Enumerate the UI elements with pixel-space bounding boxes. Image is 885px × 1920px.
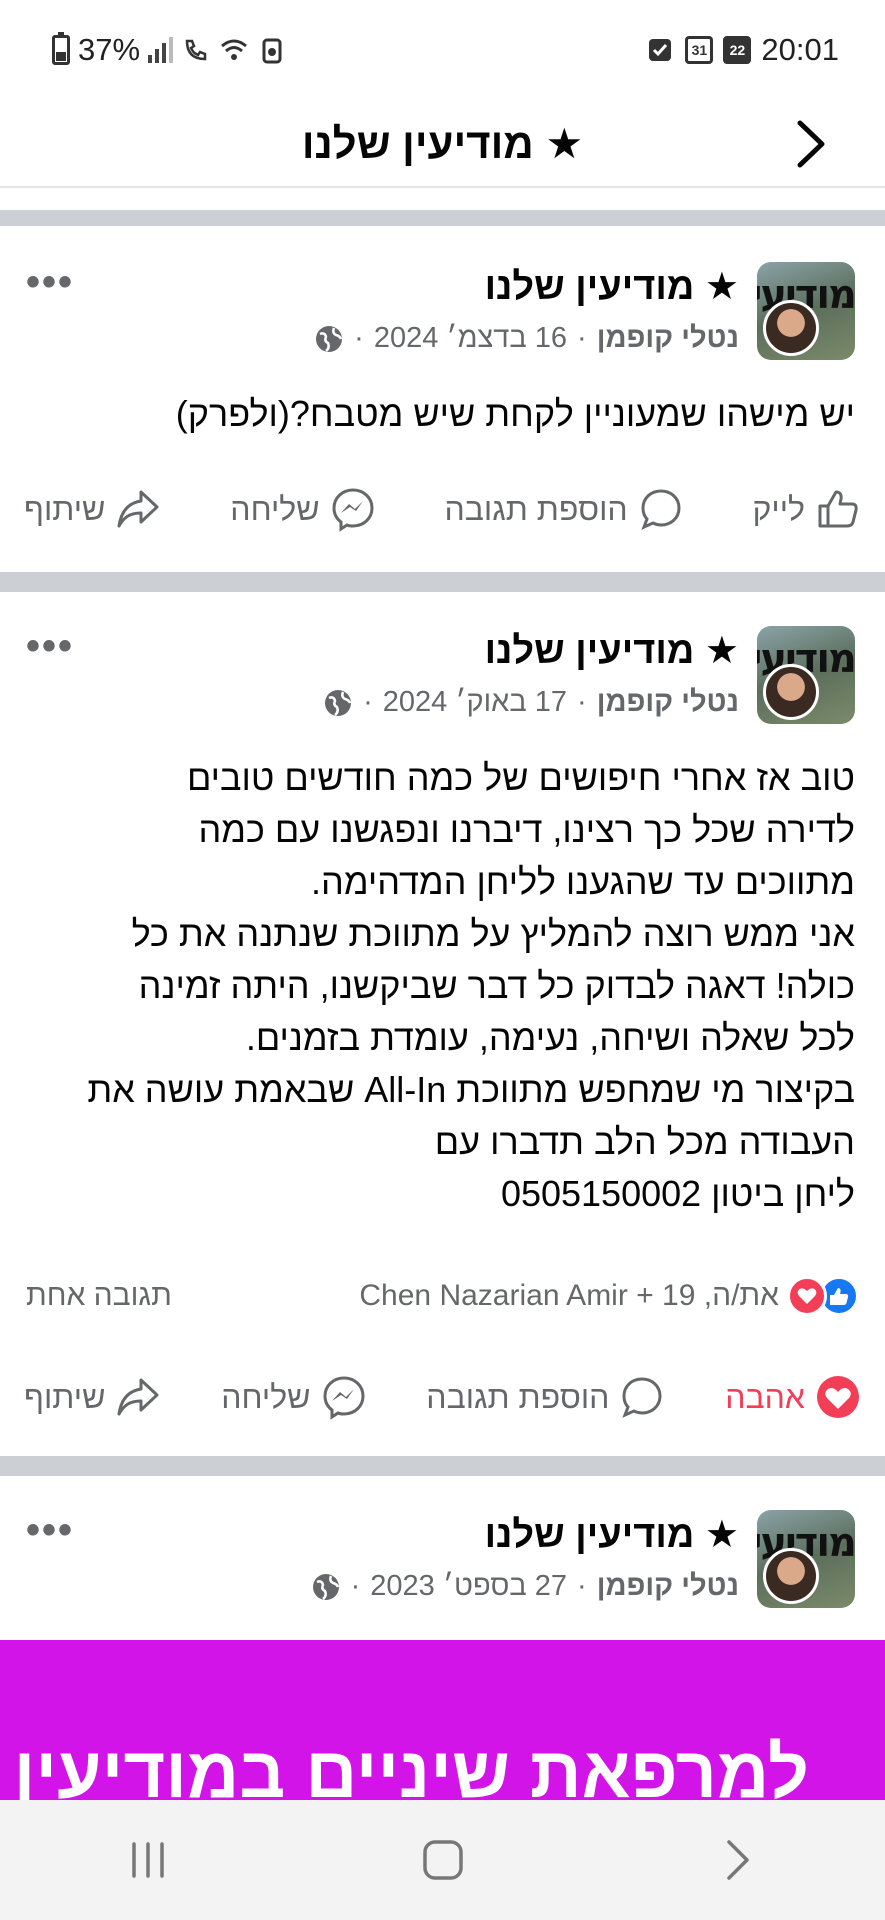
battery-percent: 37% <box>78 32 141 67</box>
feed-divider <box>0 210 885 226</box>
messenger-icon <box>323 1376 365 1420</box>
author-name[interactable]: נטלי קופמן <box>597 686 739 719</box>
clock: 20:01 <box>761 32 839 67</box>
meta-separator: · <box>577 1570 587 1602</box>
post-card: מודיעין ★ מודיעין שלנו נטלי קופמן · 16 ב… <box>0 226 885 572</box>
love-filled-icon <box>817 1376 859 1418</box>
send-label: שליחה <box>230 490 320 527</box>
author-name[interactable]: נטלי קופמן <box>597 1570 739 1603</box>
post-meta: נטלי קופמן · 17 באוק׳ 2024 · <box>323 686 739 719</box>
post-actions: אהבה הוספת תגובה שליחה שיתוף <box>24 1374 861 1420</box>
love-label: אהבה <box>725 1378 805 1415</box>
share-button[interactable]: שיתוף <box>24 486 161 532</box>
page-title: ★ מודיעין שלנו <box>301 120 584 167</box>
meta-separator: · <box>363 686 373 718</box>
more-options-icon[interactable]: ••• <box>26 626 74 666</box>
reaction-icons: את/ה, Chen Nazarian Amir + 19 <box>359 1276 859 1316</box>
author-avatar <box>763 1548 819 1604</box>
messenger-icon <box>332 488 374 532</box>
send-label: שליחה <box>221 1378 311 1415</box>
chevron-right-icon <box>797 120 825 168</box>
love-reaction-icon <box>787 1276 827 1316</box>
post-card: מודיעין ★ מודיעין שלנו נטלי קופמן · 17 ב… <box>0 592 885 1456</box>
post-image[interactable]: למרפאת שיניים במודיעין <box>0 1640 885 1800</box>
back-nav-button[interactable] <box>678 1820 798 1900</box>
post-date[interactable]: 17 באוק׳ 2024 <box>383 686 567 719</box>
comment-icon <box>640 489 681 530</box>
system-nav-bar <box>0 1800 885 1920</box>
home-icon <box>422 1840 463 1880</box>
meta-separator: · <box>354 322 364 354</box>
love-button[interactable]: אהבה <box>725 1374 861 1420</box>
comment-label: הוספת תגובה <box>444 490 628 527</box>
like-label: לייק <box>752 490 805 527</box>
top-bar: ★ מודיעין שלנו <box>0 100 885 188</box>
comments-count[interactable]: תגובה אחת <box>26 1279 172 1313</box>
status-left: 37% <box>52 30 287 70</box>
thumbs-up-icon <box>818 490 858 528</box>
post-meta: נטלי קופמן · 16 בדצמ׳ 2024 · <box>314 322 739 355</box>
post-text: יש מישהו שמעוניין לקחת שיש מטבח?(ולפרק) <box>175 393 855 434</box>
send-button[interactable]: שליחה <box>221 1374 366 1420</box>
group-avatar[interactable]: מודיעין <box>757 1510 855 1608</box>
globe-icon <box>325 689 352 716</box>
send-button[interactable]: שליחה <box>230 486 375 532</box>
post-text: טוב אז אחרי חיפושים של כמה חודשים טובים … <box>87 757 855 1214</box>
author-name[interactable]: נטלי קופמן <box>597 322 739 355</box>
data-saver-icon <box>262 38 282 64</box>
reactions-summary[interactable]: את/ה, Chen Nazarian Amir + 19 תגובה אחת <box>26 1276 859 1316</box>
globe-icon <box>316 325 343 352</box>
comment-button[interactable]: הוספת תגובה <box>426 1374 665 1420</box>
chevron-right-icon <box>726 1840 749 1880</box>
post-date[interactable]: 16 בדצמ׳ 2024 <box>374 322 567 355</box>
wifi-call-icon <box>185 39 207 61</box>
battery-icon <box>52 32 70 65</box>
like-button[interactable]: לייק <box>753 486 861 532</box>
feed-divider <box>0 1456 885 1476</box>
more-options-icon[interactable]: ••• <box>26 262 74 302</box>
group-avatar[interactable]: מודיעין <box>757 262 855 360</box>
share-label: שיתוף <box>24 490 106 527</box>
share-label: שיתוף <box>24 1378 106 1415</box>
back-button[interactable] <box>785 118 837 170</box>
author-avatar <box>763 300 819 356</box>
wifi-icon <box>221 39 248 60</box>
reactions-text: את/ה, Chen Nazarian Amir + 19 <box>359 1279 779 1312</box>
author-avatar <box>763 664 819 720</box>
signal-icon <box>148 37 174 63</box>
calendar-filled-icon: 22 <box>723 36 752 64</box>
globe-icon <box>312 1573 339 1600</box>
feed-divider <box>0 572 885 592</box>
meta-separator: · <box>577 322 587 354</box>
meta-separator: · <box>350 1570 361 1602</box>
calendar-icon: 31 <box>685 36 714 64</box>
recents-icon <box>131 1842 164 1878</box>
comment-icon <box>622 1377 662 1418</box>
group-avatar[interactable]: מודיעין <box>757 626 855 724</box>
more-options-icon[interactable]: ••• <box>26 1510 74 1550</box>
share-icon <box>117 1378 159 1416</box>
recent-apps-button[interactable] <box>88 1820 208 1900</box>
post-meta: נטלי קופמן · 27 בספט׳ 2023 · <box>311 1570 739 1603</box>
share-icon <box>117 490 159 528</box>
group-name[interactable]: ★ מודיעין שלנו <box>485 628 739 673</box>
group-name[interactable]: ★ מודיעין שלנו <box>485 264 739 309</box>
comment-label: הוספת תגובה <box>426 1378 610 1415</box>
group-name[interactable]: ★ מודיעין שלנו <box>485 1512 739 1557</box>
share-button[interactable]: שיתוף <box>24 1374 161 1420</box>
status-bar: 37% 31 22 20:01 <box>0 0 885 100</box>
meta-separator: · <box>577 686 587 718</box>
post-date[interactable]: 27 בספט׳ 2023 <box>370 1570 567 1603</box>
post-actions: לייק הוספת תגובה שליחה שיתוף <box>24 486 861 532</box>
comment-button[interactable]: הוספת תגובה <box>445 486 684 532</box>
status-right: 31 22 20:01 <box>645 30 839 70</box>
checkbox-notification-icon <box>649 39 672 61</box>
home-button[interactable] <box>383 1820 503 1900</box>
post-image-text: למרפאת שיניים במודיעין <box>13 1733 809 1800</box>
post-card: מודיעין ★ מודיעין שלנו נטלי קופמן · 27 ב… <box>0 1476 885 1640</box>
